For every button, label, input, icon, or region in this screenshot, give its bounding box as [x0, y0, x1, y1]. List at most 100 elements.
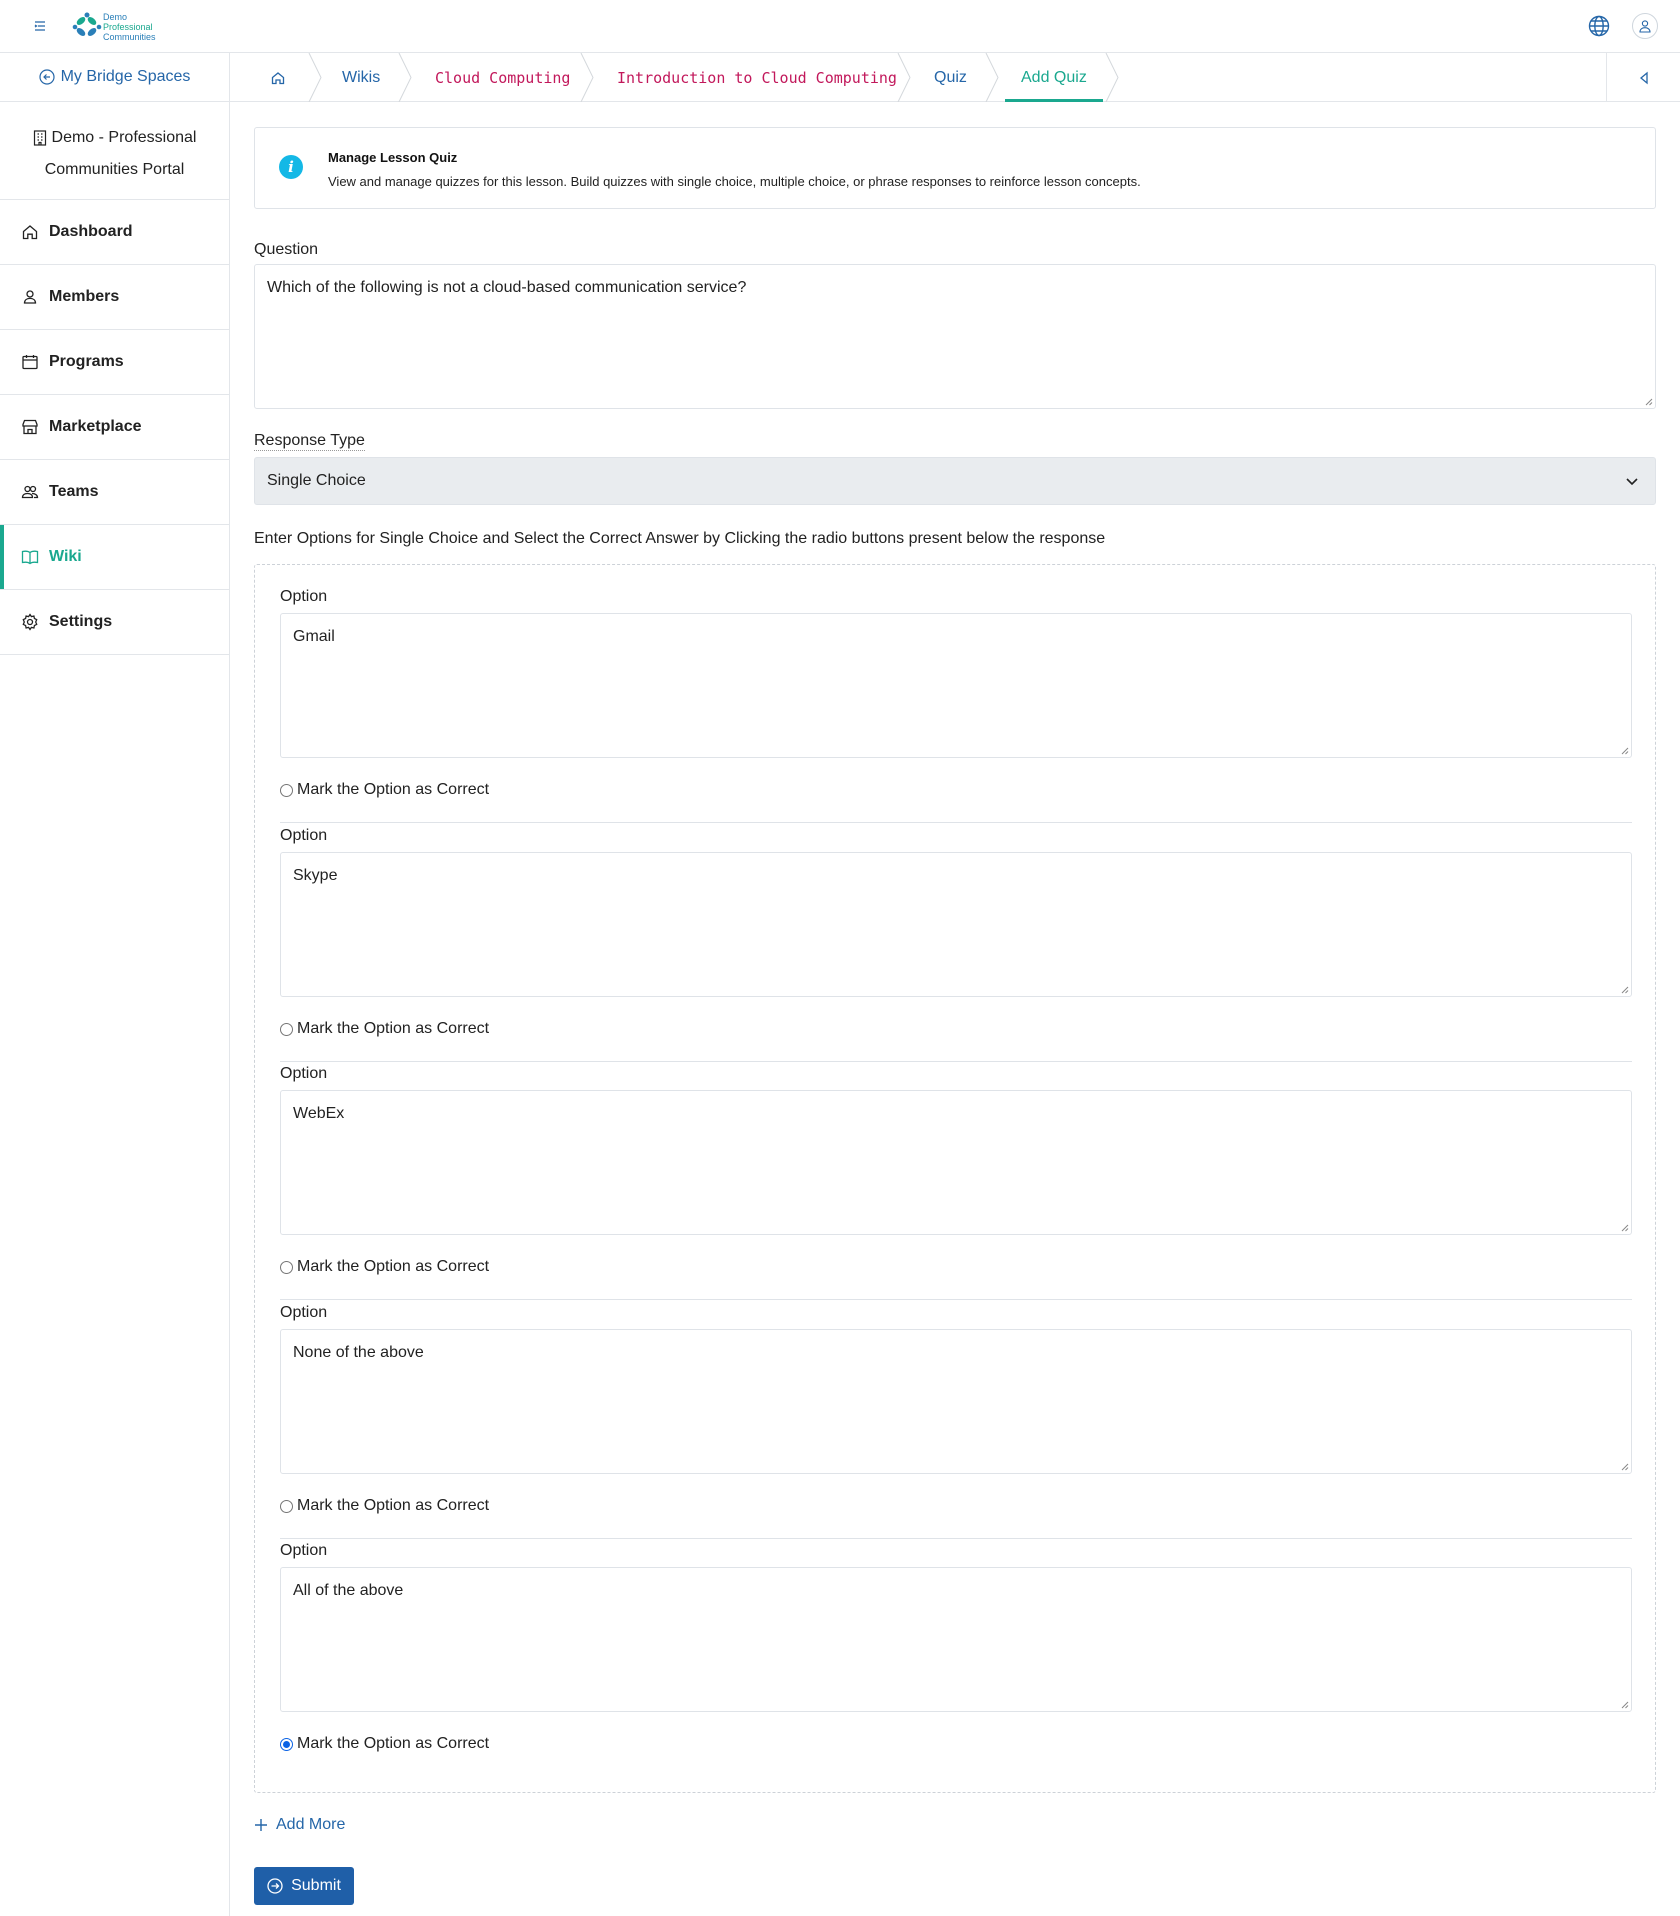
org-line-2: Communities Portal — [44, 161, 185, 178]
option-divider — [280, 1538, 1632, 1539]
question-textarea[interactable]: Which of the following is not a cloud-ba… — [254, 264, 1656, 409]
collapse-panel-button[interactable] — [1606, 53, 1680, 102]
person-icon — [21, 288, 39, 306]
calendar-icon — [21, 353, 39, 371]
option-textarea[interactable]: All of the above — [280, 1567, 1632, 1712]
breadcrumb-label: Cloud Computing — [435, 68, 571, 87]
breadcrumb-label: Introduction to Cloud Computing — [617, 68, 897, 87]
question-label: Question — [254, 241, 319, 258]
correct-radio[interactable] — [280, 1022, 293, 1036]
mark-correct-label: Mark the Option as Correct — [297, 781, 490, 798]
top-header: Demo Professional Communities — [0, 0, 1680, 53]
mark-correct-option[interactable]: Mark the Option as Correct — [280, 1258, 489, 1276]
option-textarea[interactable]: None of the above — [280, 1329, 1632, 1474]
sidebar-item-marketplace[interactable]: Marketplace — [0, 395, 229, 460]
breadcrumb-separator — [1105, 53, 1119, 102]
mark-correct-option[interactable]: Mark the Option as Correct — [280, 1020, 489, 1038]
option-label: Option — [280, 588, 328, 605]
resize-handle-icon[interactable] — [1620, 1223, 1629, 1232]
logo-line-1: Demo — [103, 12, 128, 22]
add-more-button[interactable]: Add More — [254, 1816, 345, 1834]
menu-toggle-icon[interactable] — [30, 16, 50, 36]
option-label: Option — [280, 1542, 328, 1559]
breadcrumb-separator — [985, 53, 999, 102]
plus-icon — [255, 1819, 267, 1831]
chevron-down-icon — [1626, 478, 1638, 486]
mark-correct-option[interactable]: Mark the Option as Correct — [280, 781, 489, 799]
option-value: Gmail — [293, 628, 335, 645]
option-divider — [280, 1299, 1632, 1300]
question-value: Which of the following is not a cloud-ba… — [267, 279, 747, 296]
my-bridge-spaces-link[interactable]: My Bridge Spaces — [0, 53, 229, 102]
user-avatar-button[interactable] — [1632, 13, 1658, 39]
option-textarea[interactable]: Skype — [280, 852, 1632, 997]
sidebar-item-label: Programs — [49, 353, 124, 370]
home-icon — [21, 223, 39, 241]
brand-logo[interactable]: Demo Professional Communities — [70, 9, 160, 45]
sidebar-item-label: Settings — [49, 613, 113, 630]
sidebar-item-label: Dashboard — [49, 223, 133, 240]
main-content: i Manage Lesson Quiz View and manage qui… — [254, 127, 1656, 1905]
resize-handle-icon[interactable] — [1644, 397, 1653, 406]
sidebar-item-settings[interactable]: Settings — [0, 590, 229, 655]
arrow-right-circle-icon — [267, 1878, 283, 1894]
home-icon — [271, 71, 285, 84]
correct-radio[interactable] — [280, 1260, 293, 1274]
sidebar-item-teams[interactable]: Teams — [0, 460, 229, 525]
option-value: WebEx — [293, 1105, 345, 1122]
correct-radio[interactable] — [280, 1499, 293, 1513]
option-label: Option — [280, 827, 328, 844]
response-type-value: Single Choice — [267, 472, 366, 489]
sidebar-item-programs[interactable]: Programs — [0, 330, 229, 395]
resize-handle-icon[interactable] — [1620, 985, 1629, 994]
sidebar-item-dashboard[interactable]: Dashboard — [0, 200, 229, 265]
mark-correct-option[interactable]: Mark the Option as Correct — [280, 1735, 489, 1753]
options-hint: Enter Options for Single Choice and Sele… — [254, 530, 1106, 547]
resize-handle-icon[interactable] — [1620, 746, 1629, 755]
breadcrumb-label: Add Quiz — [1021, 68, 1087, 86]
sidebar-item-wiki[interactable]: Wiki — [0, 525, 229, 590]
breadcrumb-add-quiz[interactable]: Add Quiz — [1021, 53, 1087, 102]
breadcrumb-label: Quiz — [934, 68, 967, 86]
option-value: None of the above — [293, 1344, 424, 1361]
back-link-label: My Bridge Spaces — [60, 68, 191, 85]
sidebar-item-members[interactable]: Members — [0, 265, 229, 330]
breadcrumb-home[interactable] — [270, 53, 286, 102]
breadcrumb-quiz[interactable]: Quiz — [934, 53, 967, 102]
mark-correct-option[interactable]: Mark the Option as Correct — [280, 1497, 489, 1515]
breadcrumb-wikis[interactable]: Wikis — [342, 53, 380, 102]
info-description: View and manage quizzes for this lesson.… — [328, 174, 1141, 189]
breadcrumb-separator — [897, 53, 911, 102]
response-type-select[interactable]: Single Choice — [254, 457, 1656, 505]
mark-correct-label: Mark the Option as Correct — [297, 1497, 490, 1514]
logo-text: Demo Professional Communities — [103, 12, 156, 42]
sidebar-item-label: Teams — [49, 483, 99, 500]
option-value: Skype — [293, 867, 338, 884]
breadcrumb-separator — [308, 53, 322, 102]
option-label: Option — [280, 1304, 328, 1321]
store-icon — [21, 418, 39, 436]
option-value: All of the above — [293, 1582, 404, 1599]
sidebar-item-label: Members — [49, 288, 120, 305]
breadcrumb-introduction[interactable]: Introduction to Cloud Computing — [617, 53, 897, 102]
resize-handle-icon[interactable] — [1620, 1700, 1629, 1709]
sidebar: My Bridge Spaces Demo - Professional Com… — [0, 53, 230, 1916]
resize-handle-icon[interactable] — [1620, 1462, 1629, 1471]
option-textarea[interactable]: WebEx — [280, 1090, 1632, 1235]
logo-mark-icon — [72, 12, 102, 36]
logo-line-2: Professional — [103, 22, 153, 32]
breadcrumb: Wikis Cloud Computing Introduction to Cl… — [230, 53, 1680, 102]
gear-icon — [21, 613, 39, 631]
submit-button[interactable]: Submit — [254, 1867, 354, 1905]
active-crumb-underline — [1005, 99, 1103, 102]
correct-radio[interactable] — [280, 783, 293, 797]
globe-icon[interactable] — [1587, 14, 1611, 38]
mark-correct-label: Mark the Option as Correct — [297, 1020, 490, 1037]
option-textarea[interactable]: Gmail — [280, 613, 1632, 758]
correct-radio-selected[interactable] — [280, 1737, 293, 1751]
sidebar-item-label: Marketplace — [49, 418, 142, 435]
breadcrumb-separator — [398, 53, 412, 102]
breadcrumb-cloud-computing[interactable]: Cloud Computing — [435, 53, 570, 102]
options-container: Option Gmail Mark the Option as Correct … — [254, 564, 1656, 1793]
org-line-1: Demo - Professional — [51, 129, 197, 146]
